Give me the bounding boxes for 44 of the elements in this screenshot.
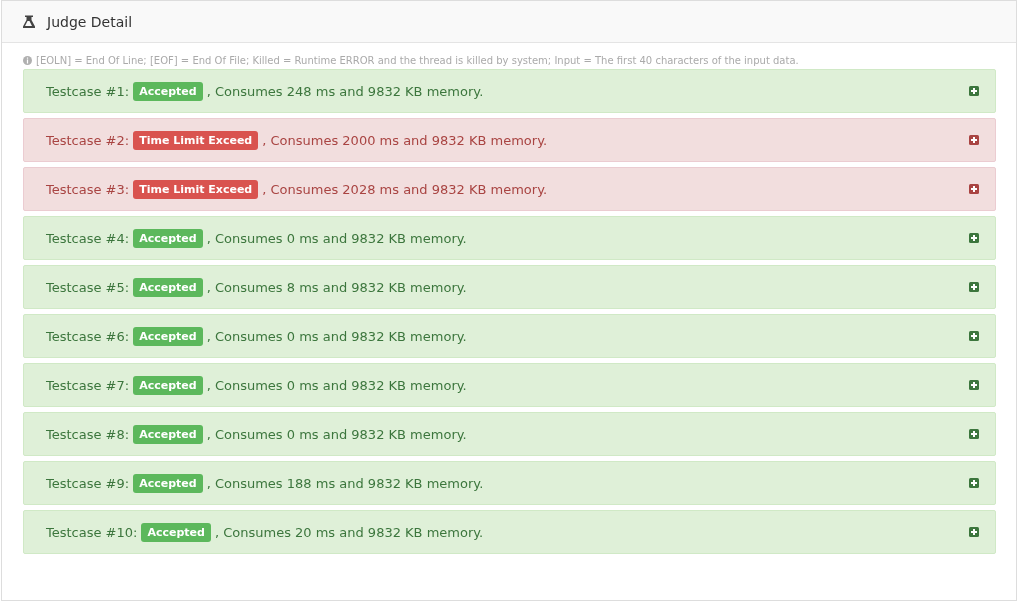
testcase-detail: , Consumes 248 ms and 9832 KB memory.: [206, 83, 484, 99]
testcase-label: Testcase #10:: [46, 524, 138, 540]
testcase-label: Testcase #8:: [46, 426, 130, 442]
status-badge: Accepted: [133, 228, 203, 248]
expand-icon[interactable]: [969, 282, 979, 292]
testcase-label: Testcase #7:: [46, 377, 130, 393]
panel-title: Judge Detail: [47, 13, 133, 30]
testcase-label: Testcase #1:: [46, 83, 130, 99]
testcase-detail: , Consumes 8 ms and 9832 KB memory.: [206, 279, 467, 295]
status-badge: Time Limit Exceed: [133, 130, 259, 150]
testcase-detail: , Consumes 188 ms and 9832 KB memory.: [206, 475, 484, 491]
status-badge: Accepted: [133, 326, 203, 346]
legend-text: [EOLN] = End Of Line; [EOF] = End Of File; Killed = Runtime ERROR and the thread is killed by system; Input = The first 40 characters of the input data.: [36, 54, 799, 66]
status-badge: Time Limit Exceed: [133, 179, 259, 199]
status-badge: Accepted: [133, 277, 203, 297]
testcase-label: Testcase #3:: [46, 181, 130, 197]
expand-icon[interactable]: [969, 429, 979, 439]
testcase-detail: , Consumes 2028 ms and 9832 KB memory.: [262, 181, 548, 197]
expand-icon[interactable]: [969, 86, 979, 96]
expand-icon[interactable]: [969, 331, 979, 341]
status-badge: Accepted: [133, 473, 203, 493]
testcase-label: Testcase #6:: [46, 328, 130, 344]
testcase-detail: , Consumes 0 ms and 9832 KB memory.: [206, 426, 467, 442]
testcase-label: Testcase #2:: [46, 132, 130, 148]
status-badge: Accepted: [141, 522, 211, 542]
testcase-detail: , Consumes 20 ms and 9832 KB memory.: [214, 524, 484, 540]
testcase-detail: , Consumes 2000 ms and 9832 KB memory.: [262, 132, 548, 148]
testcase-detail: , Consumes 0 ms and 9832 KB memory.: [206, 377, 467, 393]
expand-icon[interactable]: [969, 380, 979, 390]
expand-icon[interactable]: [969, 478, 979, 488]
expand-icon[interactable]: [969, 233, 979, 243]
testcase-label: Testcase #9:: [46, 475, 130, 491]
status-badge: Accepted: [133, 375, 203, 395]
testcase-label: Testcase #5:: [46, 279, 130, 295]
info-icon: [23, 55, 32, 65]
status-badge: Accepted: [133, 424, 203, 444]
expand-icon[interactable]: [969, 527, 979, 537]
testcase-detail: , Consumes 0 ms and 9832 KB memory.: [206, 328, 467, 344]
status-badge: Accepted: [133, 81, 203, 101]
expand-icon[interactable]: [969, 135, 979, 145]
expand-icon[interactable]: [969, 184, 979, 194]
flask-icon: [23, 15, 35, 28]
testcase-label: Testcase #4:: [46, 230, 130, 246]
testcase-detail: , Consumes 0 ms and 9832 KB memory.: [206, 230, 467, 246]
